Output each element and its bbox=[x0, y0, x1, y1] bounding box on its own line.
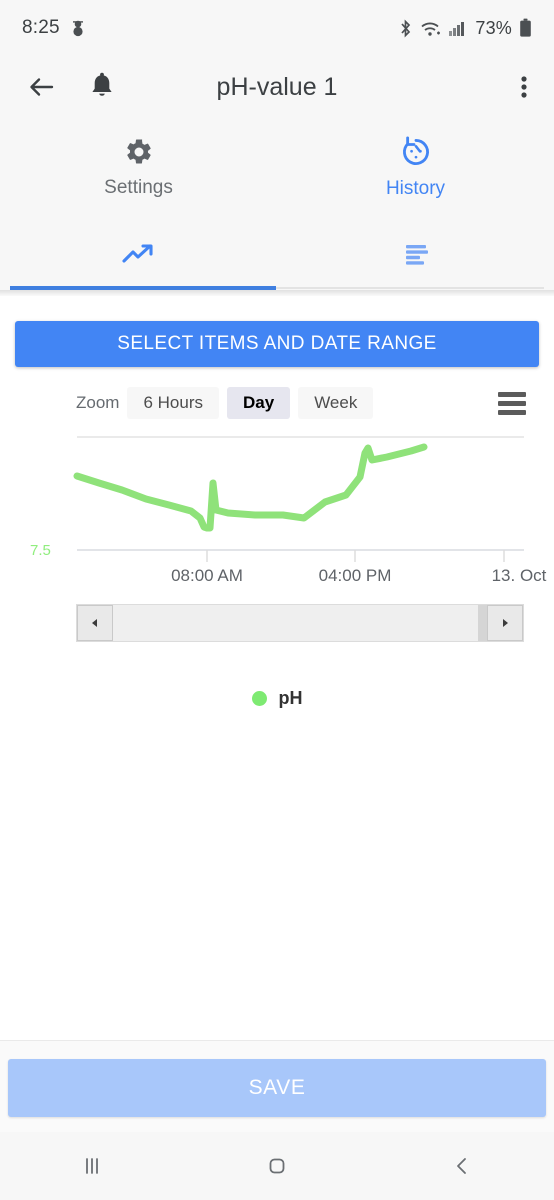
app-bar: pH-value 1 bbox=[0, 56, 554, 118]
wifi-icon bbox=[420, 19, 442, 38]
history-chart-panel: SELECT ITEMS AND DATE RANGE Zoom 6 Hours… bbox=[0, 296, 554, 1040]
list-sort-icon bbox=[401, 242, 431, 266]
android-navigation-bar bbox=[0, 1132, 554, 1200]
battery-icon bbox=[519, 18, 532, 38]
tab-history-label: History bbox=[385, 178, 446, 199]
tab-chart-view[interactable] bbox=[0, 218, 277, 290]
chart-navigator-scrollbar[interactable] bbox=[76, 604, 524, 642]
select-items-and-date-range-button[interactable]: SELECT ITEMS AND DATE RANGE bbox=[15, 321, 539, 367]
navigator-scroll-left-button[interactable] bbox=[77, 605, 113, 641]
zoom-option-week[interactable]: Week bbox=[298, 387, 374, 419]
bell-icon[interactable] bbox=[88, 72, 116, 102]
footer-action-bar: SAVE bbox=[0, 1040, 554, 1132]
tab-indicator-track bbox=[276, 287, 544, 289]
zoom-option-day[interactable]: Day bbox=[227, 387, 291, 419]
status-bar-right: 73% bbox=[398, 18, 532, 39]
home-icon bbox=[269, 1158, 285, 1174]
trending-up-icon bbox=[121, 242, 156, 266]
primary-tab-bar: Settings History bbox=[0, 118, 554, 218]
more-vertical-icon[interactable] bbox=[520, 72, 528, 102]
arrow-left-icon[interactable] bbox=[26, 72, 56, 102]
status-bar-left: 8:25 bbox=[22, 17, 86, 39]
zoom-option-6-hours[interactable]: 6 Hours bbox=[127, 387, 219, 419]
tab-settings[interactable]: Settings bbox=[0, 118, 277, 218]
gear-icon bbox=[124, 137, 154, 167]
xtick-label-0400pm: 04:00 PM bbox=[319, 566, 392, 585]
triangle-left-icon bbox=[92, 619, 97, 627]
legend-label-ph: pH bbox=[278, 688, 303, 708]
navigator-track[interactable] bbox=[77, 605, 523, 641]
navigator-resize-handle[interactable] bbox=[478, 605, 487, 641]
tab-list-view[interactable] bbox=[277, 218, 554, 290]
recents-icon bbox=[86, 1158, 99, 1174]
tab-settings-label: Settings bbox=[104, 177, 173, 198]
chart-zoom-toolbar: Zoom 6 Hours Day Week bbox=[0, 384, 554, 422]
chart-svg: 7.5 08:00 AM 04:00 PM 13. Oct bbox=[30, 436, 547, 585]
zoom-label: Zoom bbox=[76, 393, 120, 412]
status-bar: 8:25 73% bbox=[0, 0, 554, 56]
app-root: 8:25 73% pH-value 1 Settings History SEL… bbox=[0, 0, 554, 1200]
battery-percent-label: 73% bbox=[475, 17, 512, 38]
navigator-scroll-right-button[interactable] bbox=[487, 605, 523, 641]
cellular-signal-icon bbox=[449, 19, 468, 37]
back-icon bbox=[456, 1158, 466, 1174]
home-button[interactable] bbox=[185, 1153, 370, 1179]
xtick-label-13-oct: 13. Oct bbox=[492, 566, 547, 585]
save-button[interactable]: SAVE bbox=[8, 1059, 546, 1117]
triangle-right-icon bbox=[503, 619, 508, 627]
history-icon bbox=[400, 136, 432, 168]
status-bar-clock: 8:25 bbox=[22, 17, 60, 38]
secondary-tab-bar bbox=[0, 218, 554, 290]
series-ph-line bbox=[73, 443, 428, 532]
recents-button[interactable] bbox=[0, 1153, 185, 1179]
ytick-label-7-5: 7.5 bbox=[30, 542, 51, 559]
tab-history[interactable]: History bbox=[277, 118, 554, 218]
page-title: pH-value 1 bbox=[216, 72, 338, 101]
chart-legend[interactable]: pH bbox=[0, 688, 554, 709]
legend-color-dot-ph bbox=[251, 691, 267, 706]
xtick-label-0800am: 08:00 AM bbox=[171, 566, 243, 585]
ph-history-chart[interactable]: 7.5 08:00 AM 04:00 PM 13. Oct bbox=[0, 426, 554, 586]
back-button[interactable] bbox=[369, 1153, 554, 1179]
snowman-icon bbox=[70, 19, 86, 37]
hamburger-menu-icon[interactable] bbox=[498, 391, 526, 415]
bluetooth-icon bbox=[398, 18, 413, 38]
